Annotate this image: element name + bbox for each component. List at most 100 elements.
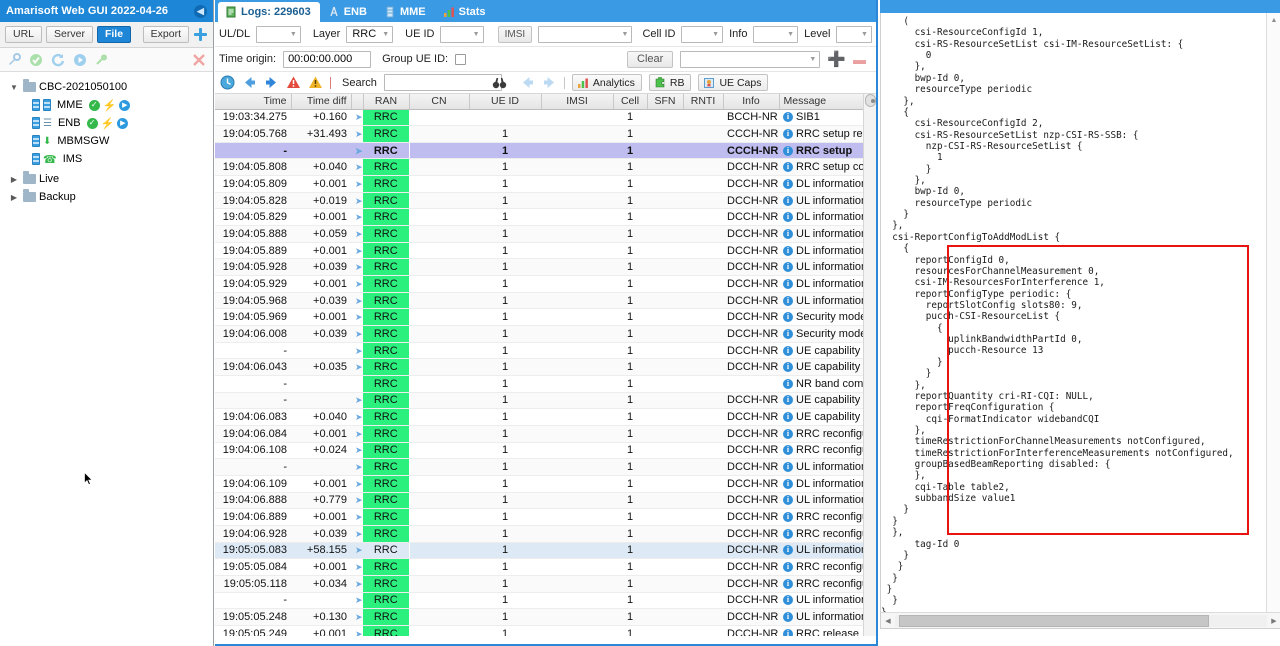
expand-toggle-icon[interactable]: ▼	[8, 83, 20, 92]
plus-icon[interactable]	[193, 27, 208, 42]
col-cell[interactable]: Cell	[613, 94, 648, 110]
table-row[interactable]: 19:04:06.083 +0.040 ➤ RRC 1 1 DCCH-NR i UE capab…	[215, 408, 876, 426]
tab-server[interactable]: Server	[46, 26, 93, 43]
arrow-right-icon[interactable]	[264, 75, 279, 90]
uldl-select[interactable]: ▼	[256, 25, 301, 43]
tab-logs[interactable]: Logs: 229603	[218, 2, 320, 22]
export-button[interactable]: Export	[142, 26, 189, 43]
col-info[interactable]: Info	[723, 94, 780, 110]
clock-icon[interactable]	[220, 75, 235, 90]
table-row[interactable]: 19:04:06.109 +0.001 ➤ RRC 1 1 DCCH-NR i DL infor…	[215, 475, 876, 493]
plug-icon[interactable]	[95, 53, 109, 67]
table-row[interactable]: 19:05:05.083 +58.155 ➤ RRC 1 1 DCCH-NR i UL info…	[215, 542, 876, 560]
tree-node-enb[interactable]: ☰ ENB ✓ ⚡ ▶	[4, 114, 209, 132]
table-row[interactable]: 19:04:06.928 +0.039 ➤ RRC 1 1 DCCH-NR i RRC reco…	[215, 525, 876, 543]
table-row[interactable]: - ➤RRC 1 1 DCCH-NRiUL information transfer	[215, 458, 876, 476]
table-row[interactable]: 19:04:06.108 +0.024 ➤ RRC 1 1 DCCH-NR i RRC reco…	[215, 442, 876, 460]
tab-file[interactable]: File	[96, 26, 132, 43]
plus-icon[interactable]: ➕	[827, 52, 846, 67]
table-row[interactable]: - ➤ RRC 1 1 CCCH-NR i RRC setup	[215, 142, 876, 160]
tab-stats[interactable]: Stats	[436, 2, 495, 22]
play-icon[interactable]: ▶	[117, 117, 129, 129]
layer-select[interactable]: RRC ▼	[346, 25, 394, 43]
expand-toggle-icon[interactable]: ▶	[8, 193, 20, 202]
table-row[interactable]: 19:04:06.888 +0.779 ➤ RRC 1 1 DCCH-NR i UL infor…	[215, 492, 876, 510]
scroll-up-icon[interactable]: ▲	[1269, 16, 1279, 26]
table-row[interactable]: 19:04:05.929 +0.001 ➤ RRC 1 1 DCCH-NR i DL infor…	[215, 275, 876, 293]
arrow-left-icon[interactable]	[242, 75, 257, 90]
group-ueid-checkbox[interactable]	[455, 53, 467, 65]
hscroll-thumb[interactable]	[899, 614, 1209, 627]
col-ueid[interactable]: UE ID	[469, 94, 542, 110]
table-row[interactable]: 19:04:05.968 +0.039 ➤ RRC 1 1 DCCH-NR i UL infor…	[215, 292, 876, 310]
detail-vertical-scrollbar[interactable]: ▲ ▼	[1266, 13, 1280, 628]
check-circle-icon[interactable]	[29, 53, 43, 67]
info-select[interactable]: ▼	[753, 25, 799, 43]
cellid-select[interactable]: ▼	[681, 25, 724, 43]
scroll-left-icon[interactable]: ◀	[881, 617, 895, 625]
bolt-icon[interactable]: ⚡	[103, 99, 117, 112]
col-sfn[interactable]: SFN	[647, 94, 684, 110]
rb-button[interactable]: RB	[648, 74, 692, 91]
col-cn[interactable]: CN	[409, 94, 470, 110]
warning-triangle-icon[interactable]	[308, 75, 323, 90]
clear-select[interactable]: ▼	[680, 50, 821, 68]
table-row[interactable]: 19:04:05.969 +0.001 ➤ RRC 1 1 DCCH-NR i Security…	[215, 308, 876, 327]
bolt-icon[interactable]: ⚡	[101, 117, 115, 130]
table-row[interactable]: 19:04:05.888 +0.059 ➤ RRC 1 1 DCCH-NR i UL infor…	[215, 225, 876, 243]
imsi-select[interactable]: ▼	[538, 25, 633, 43]
col-time[interactable]: Time	[215, 94, 292, 110]
expand-toggle-icon[interactable]: ▶	[8, 175, 20, 184]
analytics-button[interactable]: Analytics	[571, 74, 642, 91]
tree-node-backup[interactable]: ▶ Backup	[4, 188, 209, 206]
minus-icon[interactable]: ▬	[853, 53, 866, 66]
detail-horizontal-scrollbar[interactable]: ◀ ▶	[881, 612, 1280, 628]
scroll-right-icon[interactable]: ▶	[1267, 617, 1280, 625]
refresh-icon[interactable]	[51, 53, 65, 67]
time-origin-input[interactable]: 00:00:00.000	[283, 50, 372, 68]
level-select[interactable]: ▼	[836, 25, 872, 43]
table-row[interactable]: 19:05:05.084 +0.001 ➤ RRC 1 1 DCCH-NR i RRC reco…	[215, 558, 876, 576]
table-row[interactable]: 19:04:05.809 +0.001 ➤ RRC 1 1 DCCH-NR i DL infor…	[215, 175, 876, 193]
table-row[interactable]: - ➤RRC 1 1 DCCH-NRiUL information transfer	[215, 592, 876, 610]
tab-url[interactable]: URL	[5, 26, 43, 43]
tab-mme[interactable]: MME	[377, 2, 435, 22]
tree-node-mme[interactable]: MME ✓ ⚡ ▶	[4, 96, 209, 114]
ue-caps-button[interactable]: UE Caps	[698, 74, 769, 91]
table-row[interactable]: 19:04:05.808 +0.040 ➤ RRC 1 1 DCCH-NR i RRC setu…	[215, 158, 876, 177]
table-vertical-scrollbar[interactable]	[863, 94, 876, 636]
table-row[interactable]: 19:05:05.248 +0.130 ➤ RRC 1 1 DCCH-NR i UL infor…	[215, 608, 876, 626]
col-message[interactable]: Message	[779, 94, 876, 110]
table-row[interactable]: 19:04:05.828 +0.019 ➤ RRC 1 1 DCCH-NR i UL infor…	[215, 192, 876, 210]
chevron-left-icon[interactable]: ◀	[194, 4, 207, 18]
scrollbar-thumb[interactable]	[865, 94, 876, 107]
table-row[interactable]: 19:03:34.275 +0.160 ➤ RRC 1 BCCH-NR i SIB1	[215, 109, 876, 127]
search-prev-icon[interactable]	[520, 75, 535, 90]
search-input[interactable]	[383, 74, 502, 91]
tree-node-ims[interactable]: ☎ IMS	[4, 150, 209, 168]
table-row[interactable]: 19:04:06.084 +0.001 ➤ RRC 1 1 DCCH-NR i RRC reco…	[215, 425, 876, 443]
table-row[interactable]: 19:05:05.118 +0.034 ➤ RRC 1 1 DCCH-NR i RRC reco…	[215, 575, 876, 593]
clear-button[interactable]: Clear	[627, 50, 674, 68]
table-row[interactable]: - RRC 1 1 iNR band combinations	[215, 375, 876, 393]
col-imsi[interactable]: IMSI	[541, 94, 614, 110]
binoculars-icon[interactable]	[492, 75, 507, 90]
table-row[interactable]: 19:04:06.008 +0.039 ➤ RRC 1 1 DCCH-NR i Security…	[215, 325, 876, 343]
table-row[interactable]: 19:05:05.249 +0.001 ➤ RRC 1 1 DCCH-NR i RRC rele…	[215, 625, 876, 636]
table-row[interactable]: 19:04:05.889 +0.001 ➤ RRC 1 1 DCCH-NR i DL infor…	[215, 242, 876, 260]
table-row[interactable]: 19:04:06.889 +0.001 ➤ RRC 1 1 DCCH-NR i RRC reco…	[215, 508, 876, 526]
tree-node-cbc[interactable]: ▼ CBC-2021050100	[4, 78, 209, 96]
play-circle-icon[interactable]	[73, 53, 87, 67]
tree-node-live[interactable]: ▶ Live	[4, 170, 209, 188]
wrench-icon[interactable]	[7, 52, 21, 67]
table-row[interactable]: 19:04:05.768 +31.493 ➤ RRC 1 1 CCCH-NR i RRC set…	[215, 125, 876, 143]
table-row[interactable]: 19:04:06.043 +0.035 ➤ RRC 1 1 DCCH-NR i UE capab…	[215, 358, 876, 376]
tab-enb[interactable]: ENB	[321, 2, 376, 22]
table-row[interactable]: - ➤RRC 1 1 DCCH-NRiUE capability enquiry	[215, 392, 876, 410]
table-row[interactable]: - ➤RRC 1 1 DCCH-NRiUE capability enquiry	[215, 342, 876, 360]
col-ran[interactable]: RAN	[363, 94, 410, 110]
detail-code-area[interactable]: ( csi-ResourceConfigId 1, csi-RS-Resourc…	[880, 13, 1280, 629]
col-rnti[interactable]: RNTI	[683, 94, 724, 110]
imsi-button[interactable]: IMSI	[497, 25, 533, 43]
delete-x-icon[interactable]	[192, 53, 206, 67]
